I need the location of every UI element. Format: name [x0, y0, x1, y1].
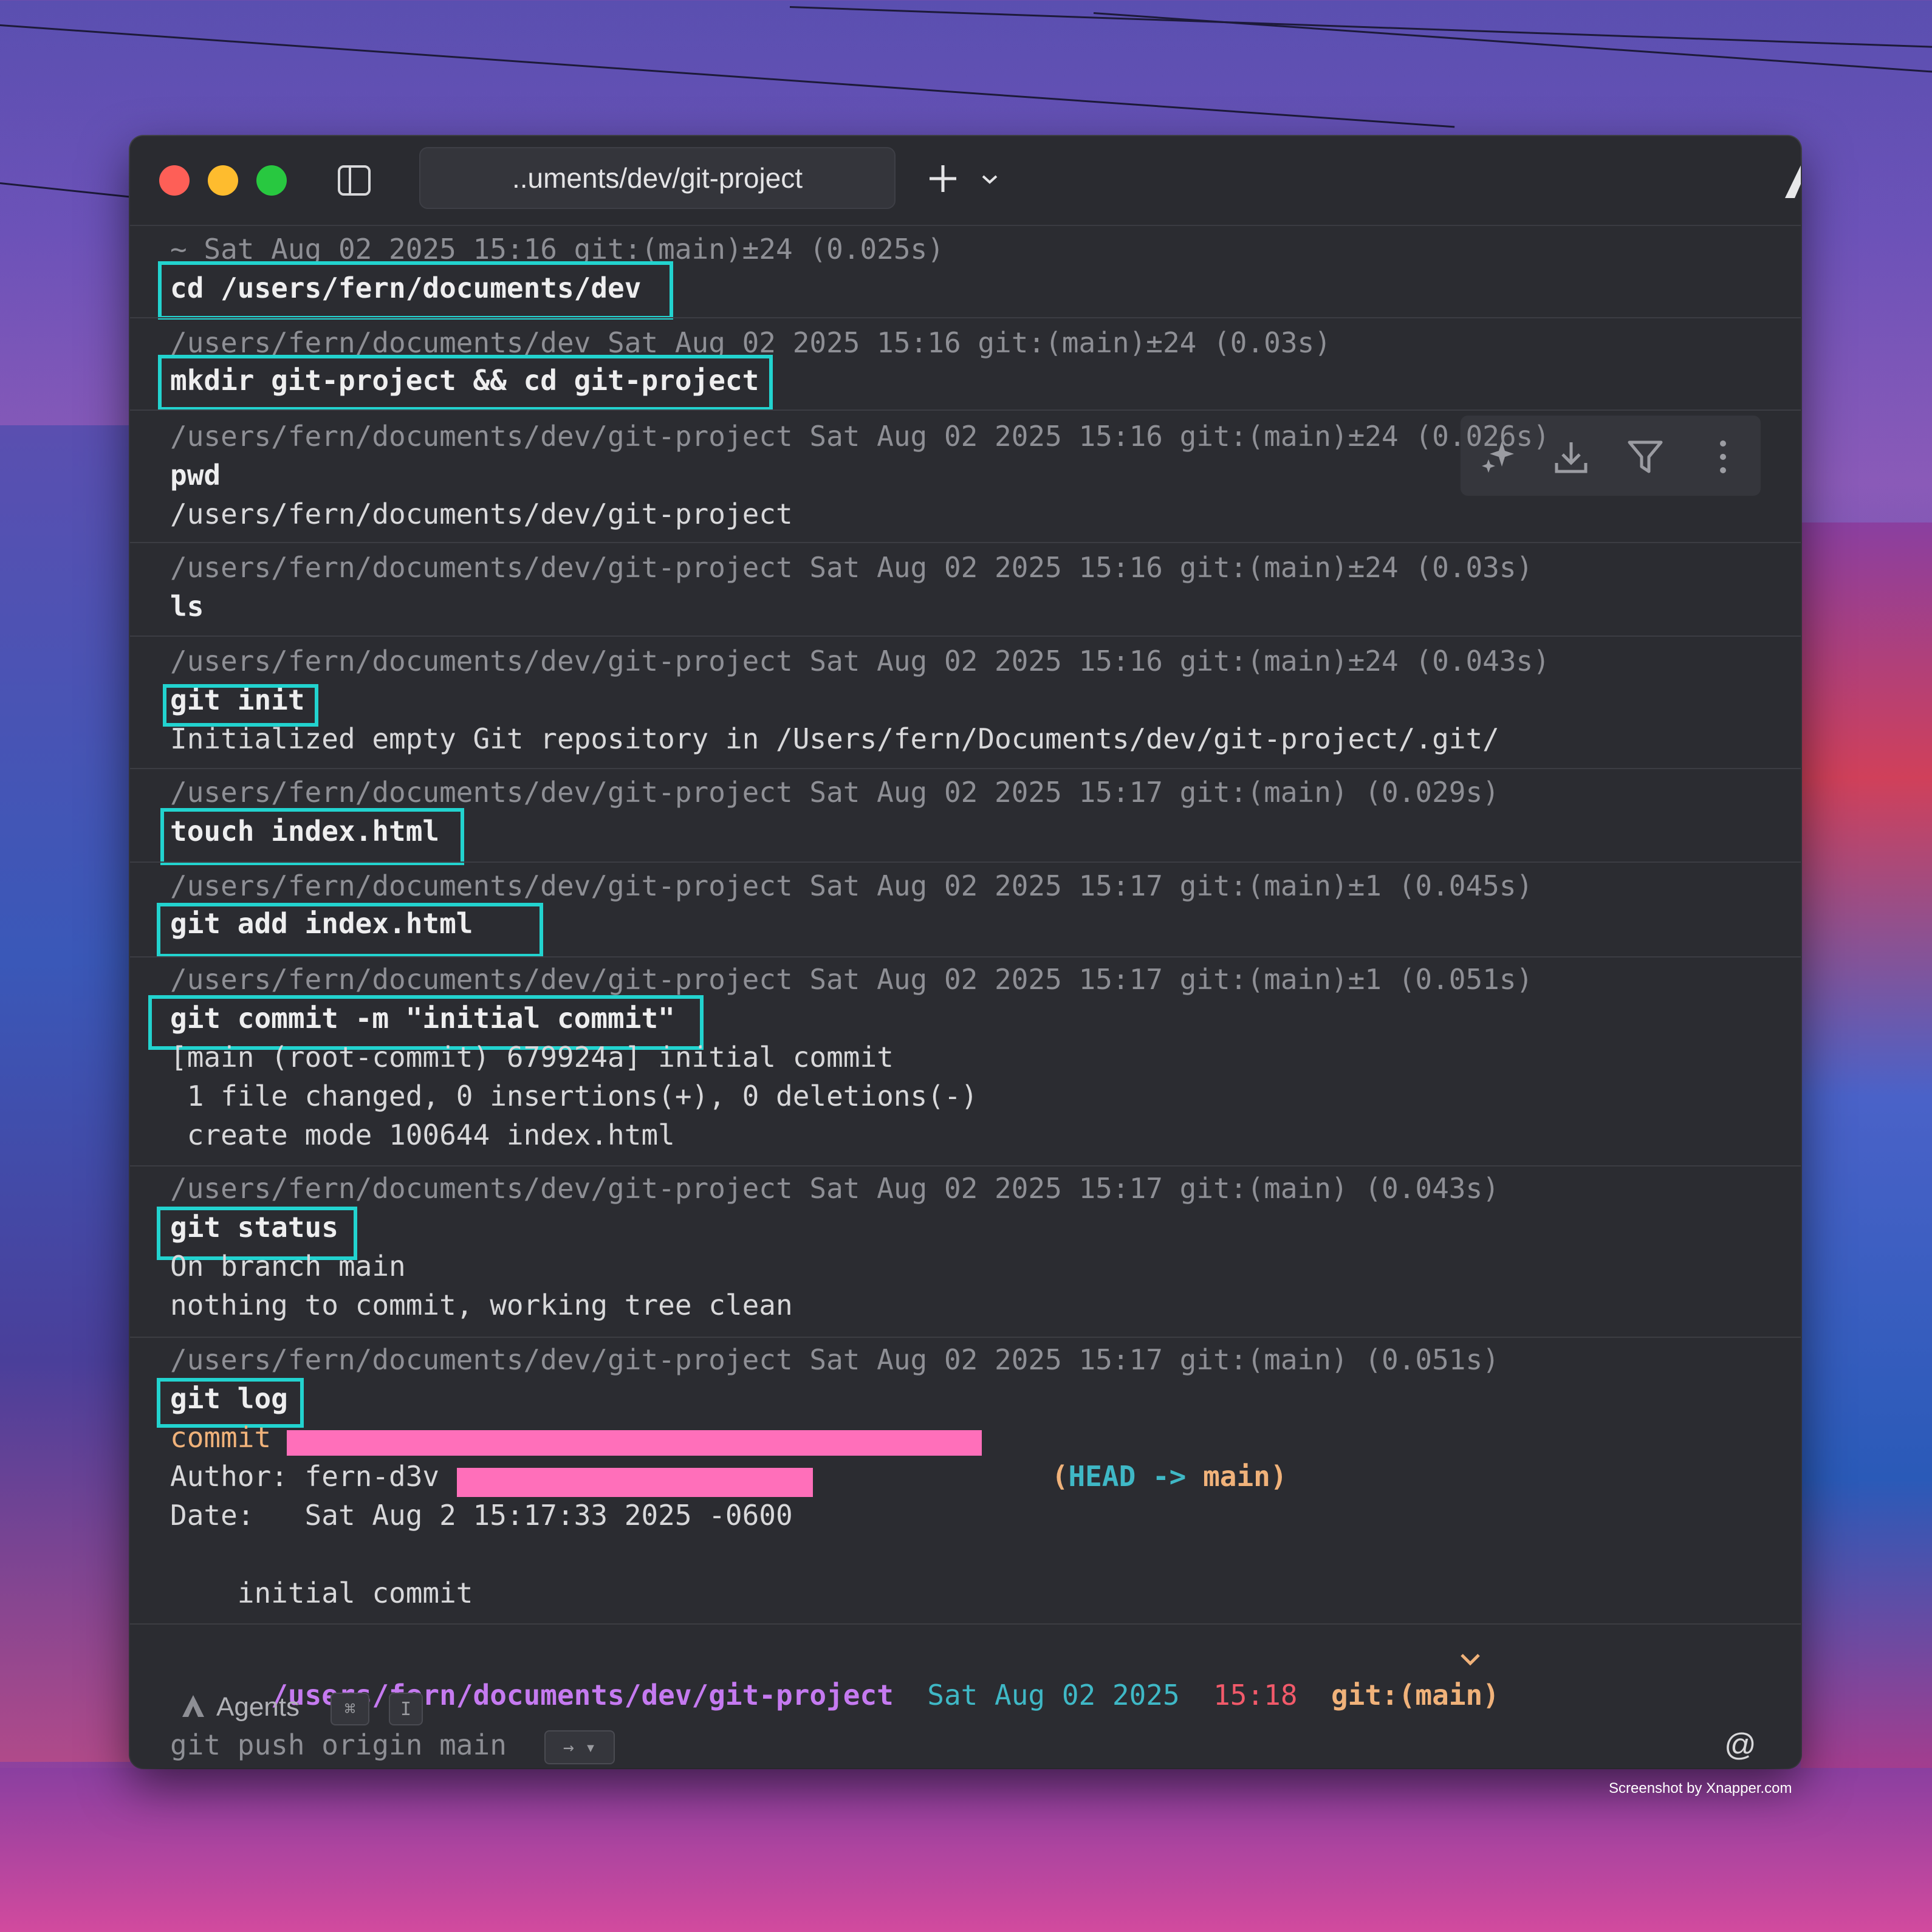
block-separator — [130, 1165, 1801, 1166]
paren-open: ( — [1051, 1460, 1069, 1493]
block-meta: /users/fern/documents/dev/git-project Sa… — [170, 963, 1533, 996]
block-output-line: [main (root-commit) 679924a] initial com… — [170, 1041, 894, 1074]
block-separator — [130, 862, 1801, 863]
block-separator — [130, 317, 1801, 318]
branch-name: main — [1203, 1460, 1270, 1493]
terminal-window: ..uments/dev/git-project ~ Sat Aug 02 20… — [130, 136, 1801, 1768]
command-highlight — [158, 261, 673, 320]
block-meta: /users/fern/documents/dev/git-project Sa… — [170, 1172, 1499, 1205]
more-options-icon[interactable] — [1704, 437, 1742, 476]
block-meta: /users/fern/documents/dev/git-project Sa… — [170, 645, 1550, 677]
background-wire — [789, 6, 1932, 49]
title-bar: ..uments/dev/git-project — [130, 136, 1801, 226]
block-output-line: Initialized empty Git repository in /Use… — [170, 722, 1499, 755]
block-meta: /users/fern/documents/dev/git-project Sa… — [170, 1343, 1499, 1376]
head-pointer: HEAD -> — [1068, 1460, 1187, 1493]
accept-suggestion-key[interactable]: → ▾ — [544, 1730, 615, 1764]
block-separator — [130, 635, 1801, 637]
agents-button[interactable]: Agents — [216, 1688, 300, 1727]
download-icon[interactable] — [1552, 437, 1591, 476]
redacted-author-email — [457, 1468, 813, 1497]
warp-agent-logo-icon[interactable] — [1780, 158, 1801, 203]
block-separator — [130, 409, 1801, 411]
shortcut-key-cmd: ⌘ — [331, 1693, 369, 1725]
block-meta: /users/fern/documents/dev/git-project Sa… — [170, 420, 1550, 453]
command-highlight — [160, 808, 464, 865]
block-output-line: 1 file changed, 0 insertions(+), 0 delet… — [170, 1080, 978, 1112]
tab-current[interactable]: ..uments/dev/git-project — [419, 147, 896, 209]
block-output-line: On branch main — [170, 1250, 406, 1283]
block-meta: /users/fern/documents/dev/git-project Sa… — [170, 776, 1499, 809]
block-meta: /users/fern/documents/dev/git-project Sa… — [170, 551, 1533, 584]
background-wire — [1093, 12, 1932, 78]
agents-icon — [182, 1695, 204, 1717]
git-log-commit-label: commit — [170, 1421, 272, 1454]
background-building-right — [1801, 522, 1932, 1798]
prompt-date: Sat Aug 02 2025 — [927, 1679, 1180, 1711]
git-log-message: initial commit — [170, 1577, 473, 1609]
block-command[interactable]: pwd — [170, 456, 221, 495]
prompt-git-branch[interactable]: git:(main) — [1331, 1679, 1499, 1711]
git-log-head-ref: (HEAD -> main) — [984, 1418, 1287, 1535]
block-command[interactable]: ls — [170, 587, 204, 626]
block-separator — [130, 1337, 1801, 1338]
sidebar-toggle-icon[interactable] — [337, 163, 372, 198]
close-window-button[interactable] — [159, 165, 190, 196]
command-highlight — [158, 355, 773, 411]
minimize-window-button[interactable] — [208, 165, 238, 196]
maximize-window-button[interactable] — [256, 165, 287, 196]
block-separator — [130, 956, 1801, 957]
redacted-commit-hash — [287, 1430, 982, 1456]
block-separator — [130, 542, 1801, 543]
background-wire — [0, 24, 1455, 128]
command-input-suggestion[interactable]: git push origin main — [170, 1725, 507, 1764]
chevron-down-icon[interactable] — [1458, 1649, 1482, 1670]
mention-icon[interactable]: @ — [1724, 1725, 1756, 1764]
chevron-down-icon[interactable] — [979, 170, 1000, 188]
new-tab-plus-icon[interactable] — [926, 162, 960, 196]
block-separator — [130, 768, 1801, 769]
shortcut-key-i: I — [389, 1693, 423, 1725]
prompt-time: 15:18 — [1213, 1679, 1298, 1711]
paren-close: ) — [1270, 1460, 1287, 1493]
background-wire — [0, 182, 145, 200]
prompt-area: /users/fern/documents/dev/git-project Sa… — [130, 1623, 1801, 1768]
filter-icon[interactable] — [1626, 437, 1665, 476]
tab-title: ..uments/dev/git-project — [512, 162, 803, 194]
command-highlight — [157, 903, 543, 957]
screenshot-credit: Screenshot by Xnapper.com — [1609, 1780, 1792, 1797]
block-output-line: /users/fern/documents/dev/git-project — [170, 498, 793, 530]
block-output-line: nothing to commit, working tree clean — [170, 1289, 793, 1321]
block-meta: /users/fern/documents/dev/git-project Sa… — [170, 869, 1533, 902]
git-log-date: Date: Sat Aug 2 15:17:33 2025 -0600 — [170, 1499, 793, 1532]
background-building-left — [0, 425, 130, 1762]
git-log-author: Author: fern-d3v — [170, 1460, 440, 1493]
block-output-line: create mode 100644 index.html — [170, 1118, 675, 1151]
